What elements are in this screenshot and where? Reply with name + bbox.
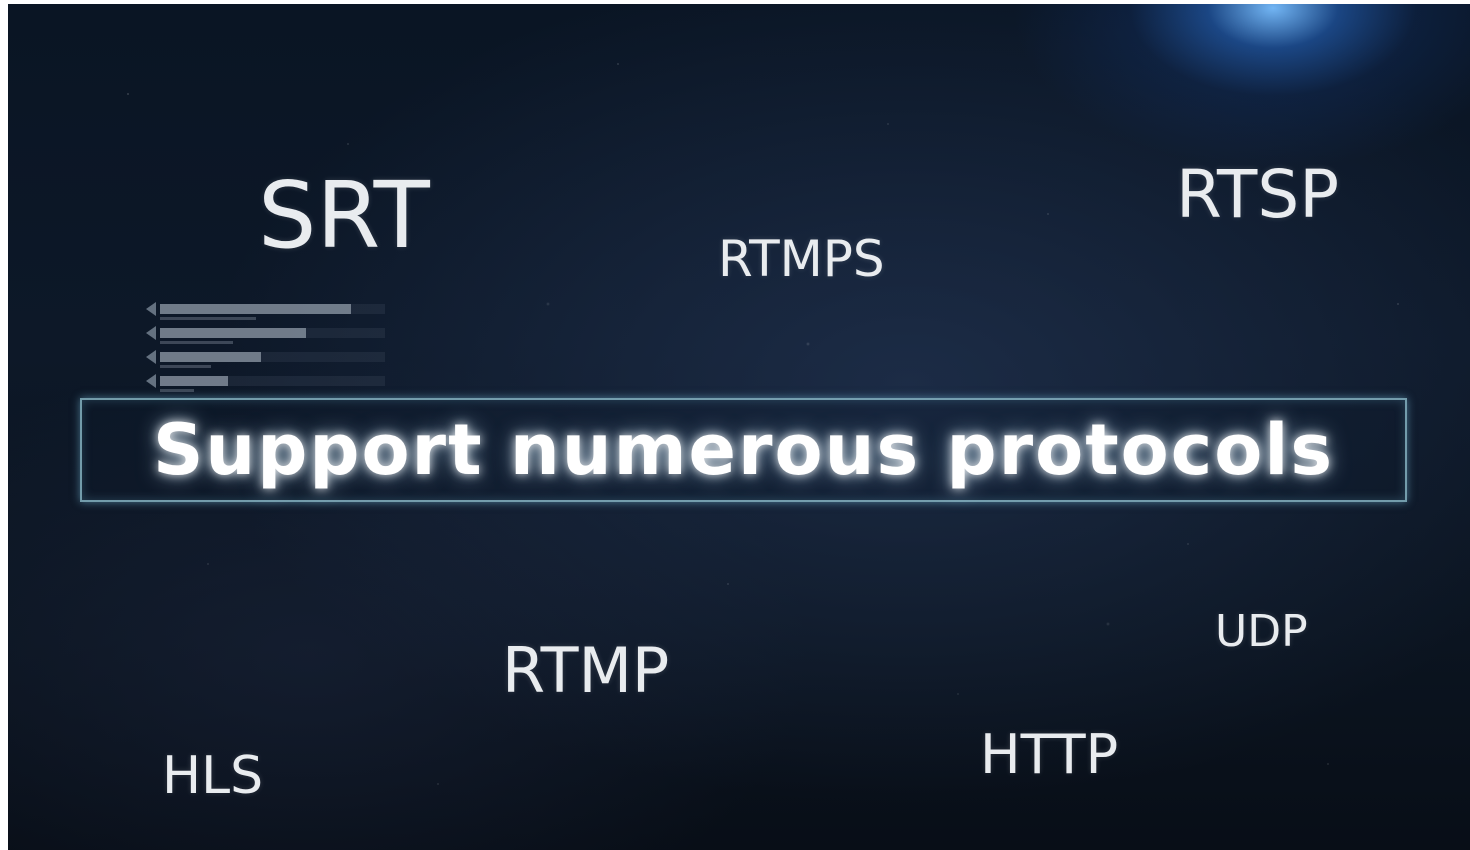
hud-bar-subline (160, 341, 233, 344)
protocol-rtmp: RTMP (502, 634, 670, 707)
hud-bar-subline (160, 365, 211, 368)
hud-arrow-icon (146, 374, 156, 388)
hud-bar (160, 376, 228, 386)
hud-bar-subline (160, 389, 194, 392)
hud-arrow-icon (146, 302, 156, 316)
hud-bar-subline (160, 317, 256, 320)
protocol-udp: UDP (1215, 606, 1308, 657)
hud-bar (160, 304, 351, 314)
protocol-rtsp: RTSP (1176, 156, 1340, 233)
protocol-hls: HLS (162, 746, 264, 806)
protocol-rtmps: RTMPS (718, 230, 885, 288)
hud-bar (160, 328, 306, 338)
video-frame: SRT RTMPS RTSP Support numerous protocol… (8, 4, 1470, 850)
title-banner: Support numerous protocols (80, 398, 1407, 502)
protocol-http: HTTP (980, 723, 1119, 786)
hud-bar (160, 352, 261, 362)
hud-arrow-icon (146, 350, 156, 364)
protocol-srt: SRT (258, 162, 430, 269)
hud-arrow-icon (146, 326, 156, 340)
hud-bar-graphic (146, 302, 385, 392)
banner-title: Support numerous protocols (153, 409, 1334, 491)
